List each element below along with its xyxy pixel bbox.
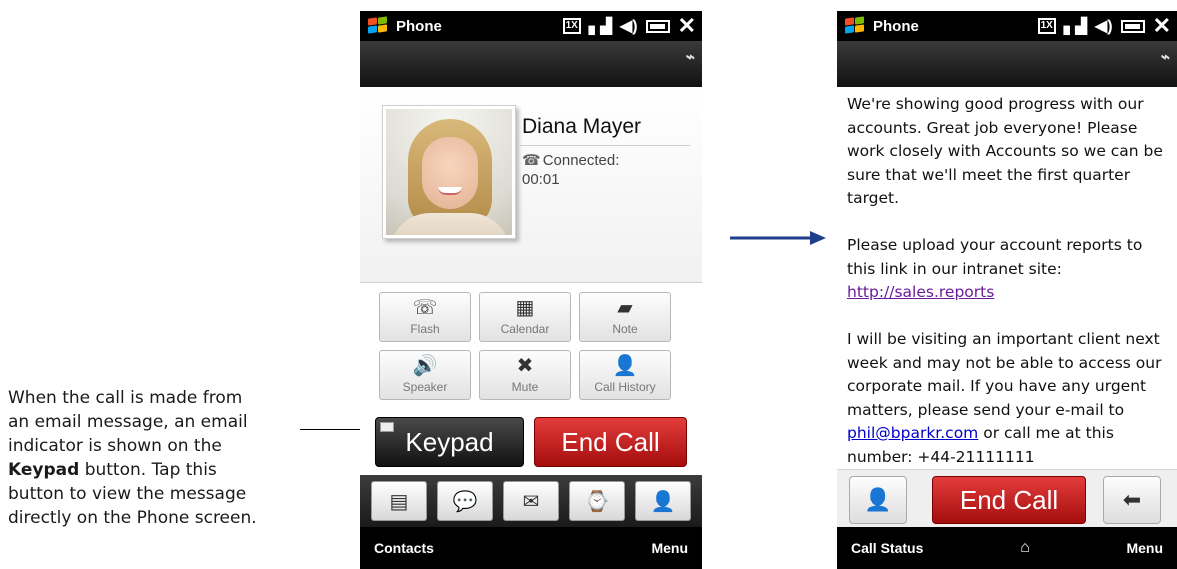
contact-button[interactable]: 👤: [849, 476, 907, 524]
email-indicator-icon: [380, 422, 394, 432]
caption-line: an email message, an email: [8, 412, 248, 432]
in-call-bar: 👤 End Call ⬅: [837, 469, 1177, 527]
message-paragraph: I will be visiting an important client n…: [847, 328, 1171, 469]
end-call-label: End Call: [561, 426, 660, 457]
end-call-button[interactable]: End Call: [932, 476, 1086, 524]
caption-line: indicator is shown on the: [8, 436, 222, 456]
note-icon: ▰: [617, 297, 633, 319]
call-log-icon: ⌚: [584, 490, 610, 513]
call-timer: 00:01: [522, 171, 560, 188]
quick-dock: ▤ 💬 ✉ ⌚ 👤: [360, 475, 702, 527]
caption-line-rest: button. Tap this: [79, 460, 217, 480]
sms-button[interactable]: 💬: [437, 481, 493, 521]
caption-keypad-bold: Keypad: [8, 460, 80, 480]
action-label: Note: [612, 322, 638, 336]
softkey-menu[interactable]: Menu: [651, 540, 688, 556]
call-header-bar: ⌁: [360, 41, 702, 87]
action-label: Mute: [511, 380, 539, 394]
call-history-icon: 👤: [612, 355, 638, 377]
email-address-link[interactable]: phil@bparkr.com: [847, 424, 978, 442]
mute-icon: ✖: [516, 355, 534, 377]
signal-icon[interactable]: ▖▟: [589, 17, 612, 35]
keypad-label: Keypad: [405, 426, 494, 457]
contact-card-icon: ▤: [389, 490, 409, 513]
battery-icon[interactable]: [1120, 19, 1145, 33]
connection-icon: ⌁: [1159, 49, 1169, 66]
email-icon: ✉: [522, 490, 540, 513]
caption-text: When the call is made from an email mess…: [8, 386, 308, 530]
phone-screen-call: Phone 1X ▖▟ ◀) ✕ ⌁ Diana Mayer ☎ Connecte…: [360, 11, 702, 569]
status-title: Phone: [396, 17, 442, 35]
volume-icon[interactable]: ◀): [620, 16, 638, 36]
softkey-menu[interactable]: Menu: [1126, 540, 1163, 556]
back-arrow-icon: ⬅: [1122, 487, 1142, 512]
calendar-icon: ▦: [515, 297, 535, 319]
contacts-button[interactable]: 👤: [635, 481, 691, 521]
signal-icon[interactable]: ▖▟: [1064, 17, 1087, 35]
caption-line: When the call is made from: [8, 388, 243, 408]
message-paragraph: Please upload your account reports to th…: [847, 234, 1171, 305]
action-label: Call History: [594, 380, 656, 394]
sms-icon: 💬: [452, 490, 478, 513]
end-call-label: End Call: [959, 484, 1059, 515]
message-text: Please upload your account reports to th…: [847, 236, 1143, 278]
status-bar: Phone 1X ▖▟ ◀) ✕: [360, 11, 702, 41]
contact-name: Diana Mayer: [522, 115, 642, 138]
flash-icon: ☏: [412, 297, 438, 319]
battery-icon[interactable]: [645, 19, 670, 33]
close-icon[interactable]: ✕: [678, 13, 696, 39]
call-log-button[interactable]: ⌚: [569, 481, 625, 521]
softkey-bar: Contacts Menu: [360, 527, 702, 569]
divider: [520, 145, 690, 146]
close-icon[interactable]: ✕: [1153, 13, 1171, 39]
network-1x-icon: 1X: [1037, 18, 1056, 34]
softkey-call-status[interactable]: Call Status: [851, 540, 923, 556]
keypad-button[interactable]: Keypad: [375, 417, 524, 467]
action-label: Speaker: [402, 380, 448, 394]
calendar-button[interactable]: ▦ Calendar: [479, 292, 571, 342]
email-button[interactable]: ✉: [503, 481, 559, 521]
caption-line: Keypad button. Tap this: [8, 458, 308, 482]
call-status-text: Connected:: [542, 152, 620, 169]
contact-card-button[interactable]: ▤: [371, 481, 427, 521]
action-label: Calendar: [500, 322, 550, 336]
contact-photo: [382, 105, 516, 239]
connection-icon: ⌁: [684, 49, 694, 66]
call-header-bar: ⌁: [837, 41, 1177, 87]
phone-screen-message: Phone 1X ▖▟ ◀) ✕ ⌁ We're showing good pr…: [837, 11, 1177, 569]
input-panel-icon[interactable]: ⌂: [1020, 539, 1030, 557]
intranet-link[interactable]: http://sales.reports: [847, 283, 994, 301]
start-icon[interactable]: [845, 16, 867, 35]
call-action-grid: ☏ Flash ▦ Calendar ▰ Note 🔊 Speaker ✖ Mu…: [379, 292, 679, 400]
contacts-icon: 👤: [650, 490, 676, 513]
speaker-icon: 🔊: [412, 355, 438, 377]
email-message-body[interactable]: We're showing good progress with our acc…: [837, 87, 1177, 469]
contact-icon: 👤: [864, 487, 892, 512]
note-button[interactable]: ▰ Note: [579, 292, 671, 342]
network-1x-icon: 1X: [562, 18, 581, 34]
softkey-bar: Call Status ⌂ Menu: [837, 527, 1177, 569]
transition-arrow-icon: [730, 231, 826, 245]
volume-icon[interactable]: ◀): [1095, 16, 1113, 36]
back-button[interactable]: ⬅: [1103, 476, 1161, 524]
caption-line: directly on the Phone screen.: [8, 508, 257, 528]
status-bar: Phone 1X ▖▟ ◀) ✕: [837, 11, 1177, 41]
end-call-button[interactable]: End Call: [534, 417, 687, 467]
message-text: I will be visiting an important client n…: [847, 330, 1162, 419]
softkey-contacts[interactable]: Contacts: [374, 540, 434, 556]
start-icon[interactable]: [368, 16, 390, 35]
action-label: Flash: [410, 322, 440, 336]
status-title: Phone: [873, 17, 919, 35]
call-history-button[interactable]: 👤 Call History: [579, 350, 671, 400]
contact-panel: Diana Mayer ☎ Connected: 00:01: [360, 87, 702, 283]
caption-line: button to view the message: [8, 484, 247, 504]
call-status: ☎ Connected: 00:01: [522, 151, 619, 189]
message-paragraph: We're showing good progress with our acc…: [847, 95, 1163, 207]
mute-button[interactable]: ✖ Mute: [479, 350, 571, 400]
flash-button[interactable]: ☏ Flash: [379, 292, 471, 342]
call-connected-icon: ☎: [522, 152, 541, 169]
speaker-button[interactable]: 🔊 Speaker: [379, 350, 471, 400]
